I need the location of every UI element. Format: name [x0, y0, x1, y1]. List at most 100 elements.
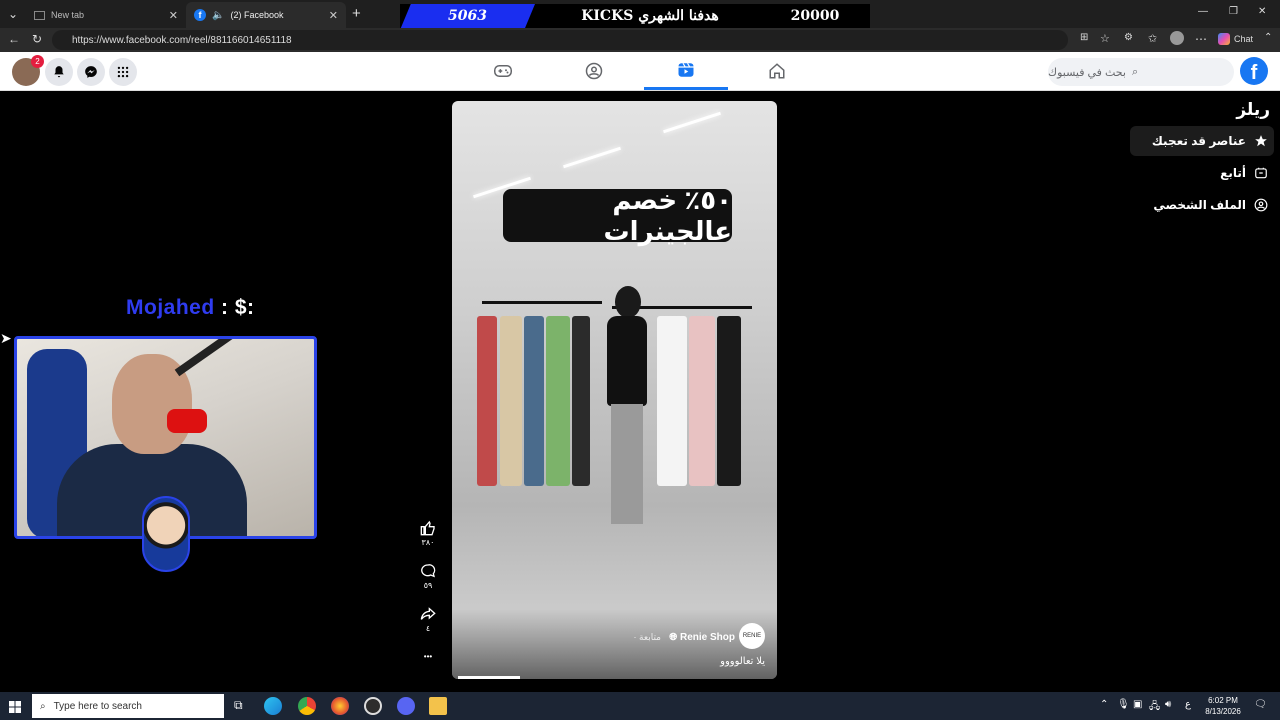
shopper-legs	[611, 404, 643, 524]
microphone	[167, 409, 207, 433]
tab-new-tab[interactable]: New tab ✕	[26, 2, 186, 28]
menu-grid-icon[interactable]	[109, 58, 137, 86]
speaker-icon[interactable]: 🔈	[212, 10, 224, 21]
discord-icon[interactable]	[397, 697, 415, 715]
clothing-item	[689, 316, 715, 486]
task-view-icon[interactable]: ⧉	[234, 698, 243, 713]
messenger-icon[interactable]	[77, 58, 105, 86]
comment-icon	[421, 564, 436, 578]
tab-facebook[interactable]: f 🔈 (2) Facebook ✕	[186, 2, 346, 28]
account-avatar[interactable]: 2	[12, 55, 44, 86]
follow-button[interactable]: متابعة ·	[634, 632, 661, 643]
facebook-favicon-icon: f	[194, 9, 206, 21]
copilot-chat-button[interactable]: Chat	[1218, 33, 1253, 45]
shop-avatar[interactable]: RENIE	[739, 623, 765, 649]
obs-icon[interactable]	[364, 697, 382, 715]
promo-overlay-text: ٥٠٪ خصم عالجينرات	[503, 185, 732, 246]
clothing-item	[500, 316, 522, 486]
reel-progress-bar[interactable]	[458, 676, 520, 679]
shopper-body	[607, 316, 647, 406]
facebook-logo-icon[interactable]: f	[1240, 57, 1268, 85]
sidebar-title: ريلز	[1236, 100, 1270, 119]
new-tab-button[interactable]: +	[352, 5, 361, 22]
star-icon	[1255, 135, 1267, 147]
more-options-icon[interactable]: •••	[414, 652, 442, 661]
tab-list-icon[interactable]: ⌄	[8, 7, 18, 21]
input-language[interactable]: ع	[1185, 699, 1191, 710]
shop-name-link[interactable]: 🌐︎ Renie Shop	[669, 632, 735, 643]
profile-avatar-icon[interactable]	[1170, 31, 1184, 45]
clothing-item	[572, 316, 590, 486]
volume-icon[interactable]: 🔊︎	[1165, 699, 1171, 710]
gaming-icon	[494, 65, 512, 77]
groups-icon	[585, 62, 603, 80]
clothing-item	[717, 316, 741, 486]
collapse-icon[interactable]: ⌃	[1264, 32, 1272, 43]
share-action[interactable]: ٤	[414, 606, 442, 633]
windows-start-icon[interactable]	[9, 700, 21, 718]
close-tab-icon[interactable]: ✕	[169, 9, 178, 22]
tray-chevron-icon[interactable]: ⌃	[1100, 699, 1108, 710]
new-tab-icon	[34, 10, 45, 20]
streamer-name: Mojahed	[126, 296, 215, 319]
chrome-icon[interactable]	[298, 697, 316, 715]
taskbar-search-placeholder: Type here to search	[53, 700, 142, 712]
sidebar-item-label: أتابع	[1220, 166, 1246, 180]
apps-icon[interactable]: ⊞	[1080, 32, 1088, 43]
shopper-figure	[597, 286, 657, 526]
clothing-item	[657, 316, 687, 486]
clothing-item	[524, 316, 544, 486]
close-tab-icon[interactable]: ✕	[329, 9, 338, 22]
sidebar-item-suggested[interactable]: عناصر قد تعجبك	[1130, 126, 1274, 156]
chat-label: Chat	[1234, 34, 1254, 44]
taskbar-clock[interactable]: 6:02 PM 8/13/2026	[1198, 695, 1248, 717]
favorite-star-icon[interactable]: ☆	[1100, 32, 1110, 45]
edge-browser-icon[interactable]	[264, 697, 282, 715]
network-icon[interactable]: 🖧︎	[1149, 699, 1160, 716]
streamer-name-suffix: : $:	[214, 296, 255, 319]
reel-caption: يلا تعالوووو	[720, 656, 765, 667]
reels-icon	[678, 62, 694, 77]
following-icon	[1255, 167, 1267, 179]
sidebar-item-profile[interactable]: الملف الشخصي	[1130, 190, 1274, 220]
clock-date: 8/13/2026	[1205, 707, 1241, 716]
tray-app-icon[interactable]: ▣	[1133, 699, 1142, 710]
facebook-search-input[interactable]: ⌕ بحث في فيسبوك	[1048, 58, 1234, 86]
reload-icon[interactable]: ↻	[32, 32, 42, 46]
nav-tab-home[interactable]	[735, 52, 819, 90]
ceiling-light	[663, 111, 721, 134]
stream-goal-banner: 5063 KICKS هدفنا الشهري 20000	[400, 4, 870, 30]
nav-tab-reels[interactable]	[644, 52, 728, 90]
copilot-icon	[1218, 33, 1230, 45]
maximize-icon[interactable]: ❐	[1229, 6, 1238, 17]
comment-count: ٥٩	[423, 581, 433, 590]
browser-toolbar: ← ↻ https://www.facebook.com/reel/881166…	[0, 28, 1280, 52]
close-window-icon[interactable]: ✕	[1258, 6, 1266, 17]
shop-name: Renie Shop	[679, 632, 735, 643]
minimize-icon[interactable]: —	[1198, 6, 1208, 17]
search-icon: ⌕	[40, 700, 46, 712]
sidebar-item-label: الملف الشخصي	[1153, 198, 1246, 212]
ceiling-light	[563, 146, 621, 169]
notification-center-icon[interactable]: 🗨︎	[1254, 699, 1267, 710]
address-bar[interactable]: https://www.facebook.com/reel/8811660146…	[52, 30, 1068, 50]
mouse-cursor-icon: ➤	[0, 330, 12, 346]
extensions-icon[interactable]: ⚙	[1124, 32, 1133, 43]
share-count: ٤	[425, 624, 431, 633]
tab-label: (2) Facebook	[230, 10, 284, 20]
firefox-icon[interactable]	[331, 697, 349, 715]
shopper-head	[615, 286, 641, 318]
reel-video[interactable]: ٥٠٪ خصم عالجينرات RENIE 🌐︎ Renie Shop مت…	[452, 101, 777, 679]
comment-action[interactable]: ٥٩	[414, 563, 442, 590]
sidebar-item-following[interactable]: أتابع	[1130, 158, 1274, 188]
notifications-bell-icon[interactable]	[45, 58, 73, 86]
nav-tab-gaming[interactable]	[461, 52, 545, 90]
file-explorer-icon[interactable]	[429, 697, 447, 715]
microphone-tray-icon[interactable]: 🎙︎	[1117, 699, 1130, 710]
taskbar-search-input[interactable]: ⌕ Type here to search	[32, 694, 224, 718]
back-icon[interactable]: ←	[8, 32, 20, 46]
nav-tab-groups[interactable]	[552, 52, 636, 90]
like-action[interactable]: ٣٨٠	[414, 520, 442, 547]
favorites-icon[interactable]: ✩	[1148, 32, 1157, 45]
more-menu-icon[interactable]: ⋯	[1195, 32, 1207, 46]
